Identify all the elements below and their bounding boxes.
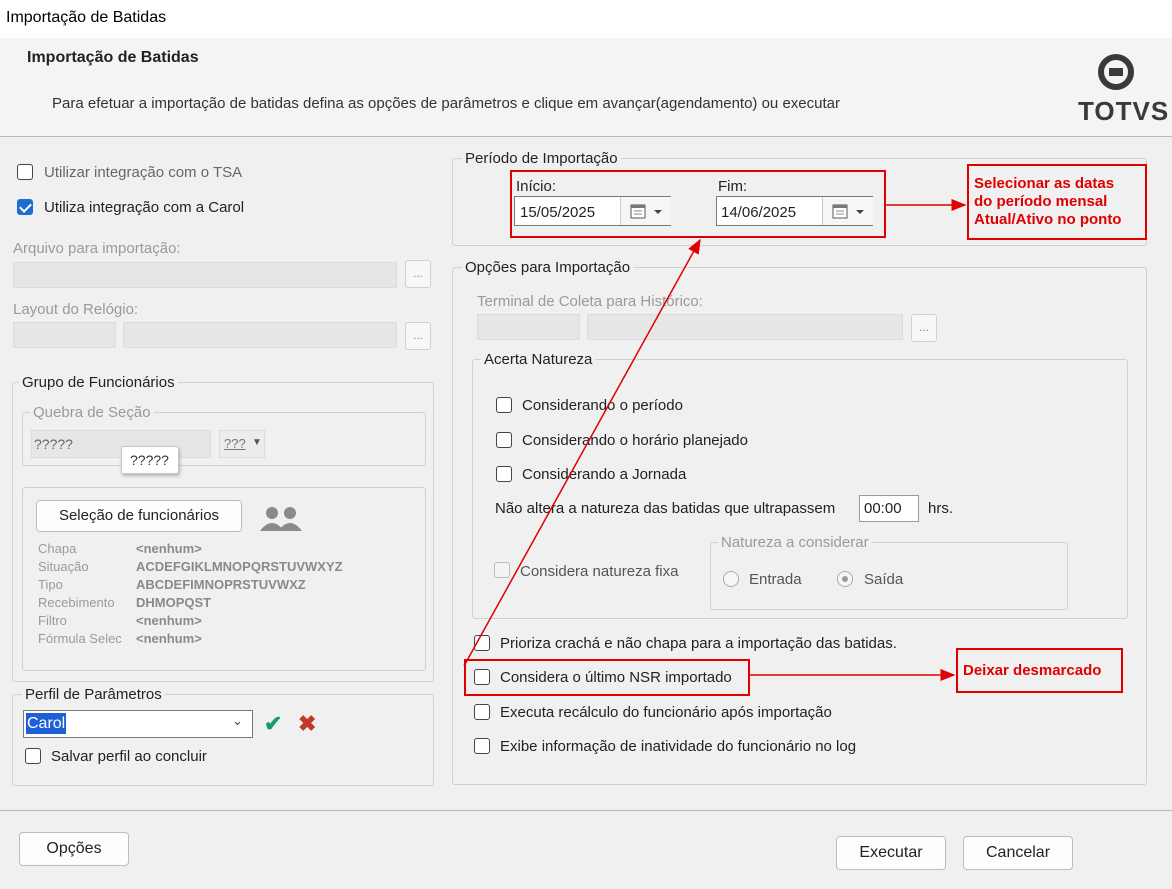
info-value-filtro: <nenhum>	[136, 613, 202, 628]
perfil-group	[12, 694, 434, 786]
periodo-checkbox[interactable]	[496, 397, 512, 413]
info-label-chapa: Chapa	[38, 541, 77, 556]
salvar-perfil-checkbox[interactable]	[25, 748, 41, 764]
users-icon	[260, 507, 302, 531]
info-value-recebimento: DHMOPQST	[136, 595, 212, 610]
natureza-fixa-label: Considera natureza fixa	[520, 563, 679, 580]
totvs-logo-text: TOTVS	[1078, 96, 1170, 126]
terminal-browse-button[interactable]: ...	[911, 314, 937, 342]
header-description: Para efetuar a importação de batidas def…	[52, 95, 840, 112]
info-label-formula: Fórmula Selec	[38, 631, 122, 646]
info-label-filtro: Filtro	[38, 613, 67, 628]
totvs-logo-icon	[1098, 54, 1134, 90]
selecao-funcionarios-button[interactable]: Seleção de funcionários	[36, 500, 242, 532]
info-value-situacao: ACDEFGIKLMNOPQRSTUVWXYZ	[136, 559, 343, 574]
salvar-perfil-label: Salvar perfil ao concluir	[51, 748, 207, 765]
prioriza-checkbox[interactable]	[474, 635, 490, 651]
nao-altera-label: Não altera a natureza das batidas que ul…	[495, 500, 836, 517]
quebra-secao-value: ?????	[34, 436, 73, 452]
executar-button[interactable]: Executar	[836, 836, 946, 870]
horario-checkbox[interactable]	[496, 432, 512, 448]
page-title: Importação de Batidas	[27, 49, 199, 66]
terminal-label: Terminal de Coleta para Histórico:	[477, 293, 703, 310]
jornada-option-label: Considerando a Jornada	[522, 466, 687, 483]
tsa-label: Utilizar integração com o TSA	[44, 164, 243, 181]
perfil-title: Perfil de Parâmetros	[22, 686, 165, 703]
terminal-code-input[interactable]	[477, 314, 580, 340]
perfil-chevron-down-icon[interactable]: ⌄	[232, 713, 243, 729]
opcoes-button[interactable]: Opções	[19, 832, 129, 866]
natureza-considerar-title: Natureza a considerar	[718, 534, 872, 551]
hrs-label: hrs.	[928, 500, 954, 517]
hours-value: 00:00	[864, 500, 902, 517]
recalculo-checkbox[interactable]	[474, 704, 490, 720]
perfil-value: Carol	[27, 715, 66, 732]
tooltip-text: ?????	[130, 452, 169, 468]
arquivo-browse-button[interactable]: ...	[405, 260, 431, 288]
nsr-note-text: Deixar desmarcado	[963, 662, 1102, 679]
info-label-tipo: Tipo	[38, 577, 63, 592]
periodo-note-line2: do período mensal	[974, 193, 1108, 210]
nsr-annotation-box	[464, 659, 750, 696]
layout-label: Layout do Relógio:	[13, 301, 139, 318]
inatividade-checkbox[interactable]	[474, 738, 490, 754]
acerta-natureza-title: Acerta Natureza	[481, 351, 596, 368]
window-title: Importação de Batidas	[6, 9, 167, 26]
arquivo-label: Arquivo para importação:	[13, 240, 181, 257]
saida-label: Saída	[864, 571, 904, 588]
carol-checkbox[interactable]	[17, 199, 33, 215]
periodo-annotation-box	[510, 170, 886, 238]
arquivo-input[interactable]	[13, 262, 397, 288]
inatividade-label: Exibe informação de inatividade do funci…	[500, 738, 857, 755]
title-bar: Importação de Batidas	[0, 0, 1172, 38]
entrada-radio[interactable]	[723, 571, 739, 587]
cancelar-button[interactable]: Cancelar	[963, 836, 1073, 870]
jornada-checkbox[interactable]	[496, 466, 512, 482]
carol-label: Utiliza integração com a Carol	[44, 199, 245, 216]
periodo-note-line1: Selecionar as datas	[974, 175, 1115, 192]
info-value-chapa: <nenhum>	[136, 541, 202, 556]
saida-radio-dot	[842, 576, 848, 582]
cancel-x-icon[interactable]: ✖	[298, 711, 316, 737]
quebra-icon-text: ???	[224, 436, 246, 451]
periodo-note-line3: Atual/Ativo no ponto	[974, 211, 1122, 228]
layout-code-input[interactable]	[13, 322, 116, 348]
info-label-recebimento: Recebimento	[38, 595, 115, 610]
layout-desc-input[interactable]	[123, 322, 397, 348]
tsa-checkbox[interactable]	[17, 164, 33, 180]
confirm-check-icon[interactable]: ✔	[264, 711, 282, 737]
prioriza-label: Prioriza crachá e não chapa para a impor…	[500, 635, 897, 652]
layout-browse-button[interactable]: ...	[405, 322, 431, 350]
grupo-funcionarios-title: Grupo de Funcionários	[19, 374, 178, 391]
periodo-option-label: Considerando o período	[522, 397, 683, 414]
info-label-situacao: Situação	[38, 559, 89, 574]
quebra-secao-title: Quebra de Seção	[30, 404, 154, 421]
info-value-formula: <nenhum>	[136, 631, 202, 646]
entrada-label: Entrada	[749, 571, 802, 588]
natureza-fixa-checkbox[interactable]	[494, 562, 510, 578]
terminal-desc-input[interactable]	[587, 314, 903, 340]
opcoes-title: Opções para Importação	[462, 259, 634, 276]
recalculo-label: Executa recálculo do funcionário após im…	[500, 704, 832, 721]
chevron-down-icon: ▼	[252, 437, 262, 448]
horario-option-label: Considerando o horário planejado	[522, 432, 748, 449]
periodo-title: Período de Importação	[462, 150, 621, 167]
info-value-tipo: ABCDEFIMNOPRSTUVWXZ	[136, 577, 306, 592]
